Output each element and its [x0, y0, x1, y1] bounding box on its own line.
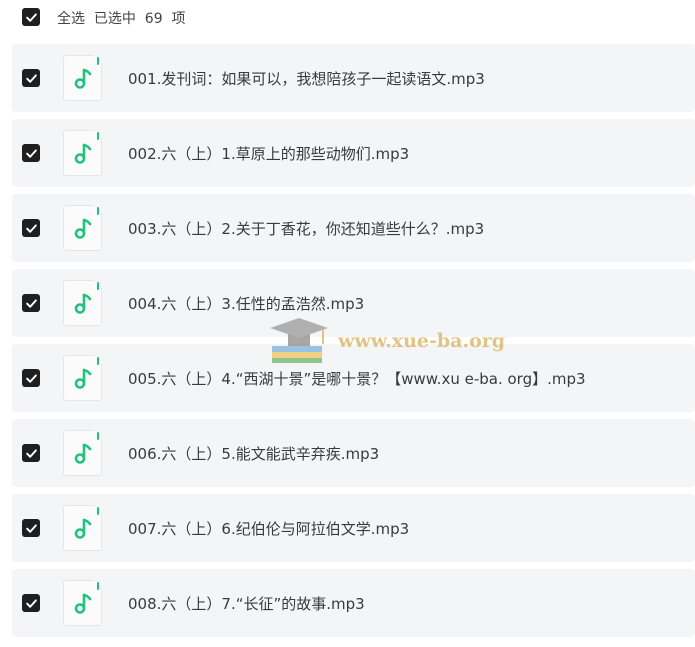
check-icon [25, 73, 37, 83]
file-checkbox[interactable] [22, 519, 40, 537]
music-file-icon [63, 430, 102, 476]
selection-count-label: 全选 已选中 69 项 [57, 11, 186, 27]
file-name[interactable]: 008.六（上）7.“长征”的故事.mp3 [128, 593, 365, 614]
check-icon [25, 223, 37, 233]
watermark-text: www.xue-ba.org [338, 330, 506, 352]
file-checkbox[interactable] [22, 294, 40, 312]
select-all-checkbox[interactable] [22, 8, 40, 26]
file-checkbox[interactable] [22, 144, 40, 162]
file-name[interactable]: 002.六（上）1.草原上的那些动物们.mp3 [128, 143, 409, 164]
file-row[interactable]: 003.六（上）2.关于丁香花，你还知道些什么？.mp3 [12, 194, 695, 262]
file-name[interactable]: 004.六（上）3.任性的孟浩然.mp3 [128, 293, 364, 314]
file-row[interactable]: 006.六（上）5.能文能武辛弃疾.mp3 [12, 419, 695, 487]
check-icon [25, 298, 37, 308]
file-row[interactable]: 007.六（上）6.纪伯伦与阿拉伯文学.mp3 [12, 494, 695, 562]
file-name[interactable]: 006.六（上）5.能文能武辛弃疾.mp3 [128, 443, 379, 464]
check-icon [25, 373, 37, 383]
music-file-icon [63, 355, 102, 401]
check-icon [25, 148, 37, 158]
music-file-icon [63, 55, 102, 101]
file-checkbox[interactable] [22, 69, 40, 87]
music-file-icon [63, 580, 102, 626]
file-checkbox[interactable] [22, 219, 40, 237]
file-row[interactable]: 002.六（上）1.草原上的那些动物们.mp3 [12, 119, 695, 187]
check-icon [25, 598, 37, 608]
music-file-icon [63, 280, 102, 326]
file-checkbox[interactable] [22, 594, 40, 612]
watermark: www.xue-ba.org [268, 316, 508, 376]
file-name[interactable]: 001.发刊词：如果可以，我想陪孩子一起读语文.mp3 [128, 68, 485, 89]
file-name[interactable]: 003.六（上）2.关于丁香花，你还知道些什么？.mp3 [128, 218, 484, 239]
file-row[interactable]: 008.六（上）7.“长征”的故事.mp3 [12, 569, 695, 637]
graduation-cap-icon [270, 318, 328, 363]
check-icon [25, 448, 37, 458]
music-file-icon [63, 205, 102, 251]
check-icon [25, 12, 37, 22]
file-name[interactable]: 007.六（上）6.纪伯伦与阿拉伯文学.mp3 [128, 518, 409, 539]
file-checkbox[interactable] [22, 444, 40, 462]
music-file-icon [63, 130, 102, 176]
file-checkbox[interactable] [22, 369, 40, 387]
file-row[interactable]: 001.发刊词：如果可以，我想陪孩子一起读语文.mp3 [12, 44, 695, 112]
music-file-icon [63, 505, 102, 551]
check-icon [25, 523, 37, 533]
selection-header: 全选 已选中 69 项 [0, 0, 695, 36]
